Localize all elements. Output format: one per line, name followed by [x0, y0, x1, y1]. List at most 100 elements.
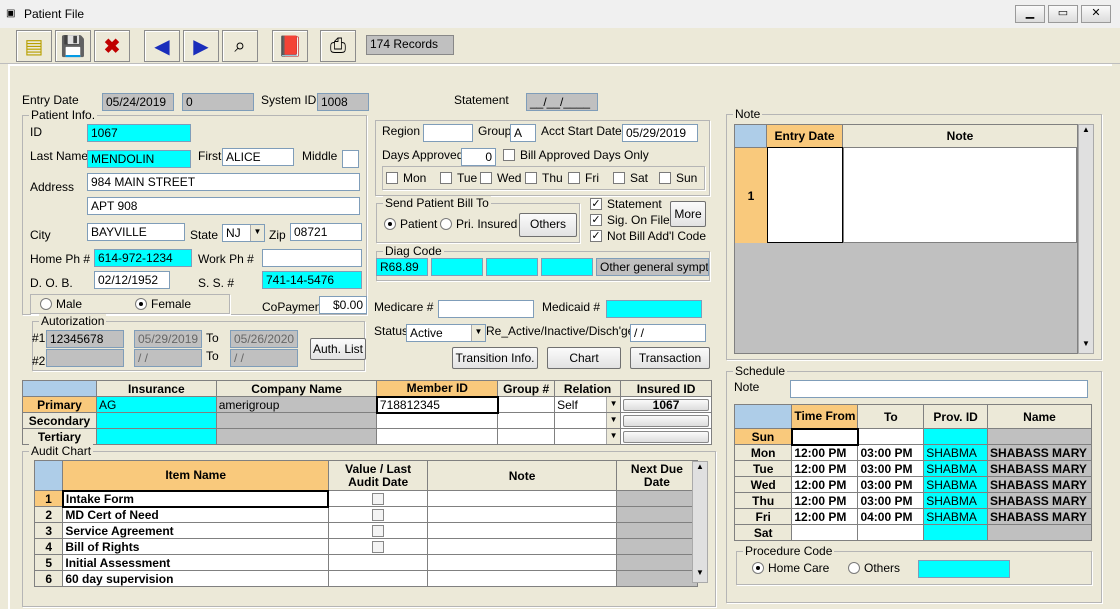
male-radio[interactable]	[40, 298, 52, 310]
auth1-number-field[interactable]: 12345678	[46, 330, 124, 348]
member-id-cell[interactable]: 718812345	[375, 395, 499, 414]
status-select[interactable]: Active ▼	[406, 324, 486, 342]
day-checkbox-thu[interactable]	[525, 172, 537, 184]
note-entry-date-cell[interactable]	[767, 147, 843, 243]
bill-insured-radio[interactable]	[440, 218, 452, 230]
save-icon[interactable]: 💾	[55, 30, 91, 62]
work-phone-field[interactable]	[262, 249, 362, 267]
audit-item-name[interactable]: Initial Assessment	[62, 554, 329, 571]
address-line2-field[interactable]: APT 908	[87, 197, 360, 215]
chart-button[interactable]: Chart	[547, 347, 621, 369]
audit-value-cell[interactable]	[327, 570, 429, 587]
member-id-cell[interactable]	[376, 412, 499, 429]
city-field[interactable]: BAYVILLE	[87, 223, 185, 241]
sig-on-file-checkbox[interactable]: ✓	[590, 214, 602, 226]
audit-note-cell[interactable]	[427, 554, 617, 571]
schedule-prov-cell[interactable]: SHABMA	[923, 444, 989, 461]
copay-field[interactable]: $0.00	[319, 296, 367, 314]
schedule-from-cell[interactable]: 12:00 PM	[791, 444, 859, 461]
day-checkbox-tue[interactable]	[440, 172, 452, 184]
schedule-to-cell[interactable]: 03:00 PM	[857, 492, 925, 509]
bill-approved-checkbox[interactable]	[503, 149, 515, 161]
schedule-prov-cell[interactable]: SHABMA	[923, 476, 989, 493]
audit-value-cell[interactable]	[327, 490, 429, 507]
diag-code-2[interactable]	[431, 258, 483, 276]
state-select[interactable]: NJ ▼	[222, 224, 265, 242]
day-checkbox-sat[interactable]	[613, 172, 625, 184]
audit-value-cell[interactable]	[327, 554, 429, 571]
delete-icon[interactable]: ✖	[94, 30, 130, 62]
group-number-cell[interactable]	[497, 396, 556, 413]
note-scrollbar[interactable]: ▲ ▼	[1078, 124, 1094, 354]
audit-value-cell[interactable]	[327, 506, 429, 523]
scroll-up-icon[interactable]: ▲	[1079, 125, 1093, 139]
medicare-field[interactable]	[438, 300, 534, 318]
insured-id-cell[interactable]	[620, 412, 712, 429]
audit-checkbox[interactable]	[372, 540, 385, 553]
schedule-prov-cell[interactable]: SHABMA	[923, 460, 989, 477]
region-field[interactable]	[423, 124, 473, 142]
next-arrow-icon[interactable]: ▶	[183, 30, 219, 62]
audit-note-cell[interactable]	[427, 538, 617, 555]
member-id-cell[interactable]	[376, 428, 499, 445]
book-icon[interactable]: 📕	[272, 30, 308, 62]
schedule-from-cell[interactable]: 12:00 PM	[791, 508, 859, 525]
insured-id-cell[interactable]: 1067	[620, 396, 712, 413]
insurance-code-cell[interactable]	[95, 428, 217, 445]
insured-id-button[interactable]	[623, 430, 709, 443]
audit-note-cell[interactable]	[427, 490, 617, 507]
schedule-prov-cell[interactable]: SHABMA	[923, 508, 989, 525]
dob-field[interactable]: 02/12/1952	[94, 271, 170, 289]
schedule-prov-cell[interactable]	[923, 524, 989, 541]
others-radio[interactable]	[848, 562, 860, 574]
audit-checkbox[interactable]	[372, 492, 385, 505]
chevron-down-icon[interactable]: ▼	[606, 397, 620, 412]
schedule-from-cell[interactable]: 12:00 PM	[791, 476, 859, 493]
audit-item-name[interactable]: Bill of Rights	[62, 538, 329, 555]
home-care-radio[interactable]	[752, 562, 764, 574]
schedule-prov-cell[interactable]	[923, 428, 989, 445]
insured-id-button[interactable]: 1067	[623, 398, 709, 411]
schedule-to-cell[interactable]: 03:00 PM	[857, 460, 925, 477]
schedule-to-cell[interactable]: 03:00 PM	[857, 444, 925, 461]
scroll-down-icon[interactable]: ▼	[1079, 339, 1093, 353]
scroll-up-icon[interactable]: ▲	[693, 462, 707, 476]
audit-scrollbar[interactable]: ▲ ▼	[692, 461, 708, 583]
day-checkbox-fri[interactable]	[568, 172, 580, 184]
not-bill-checkbox[interactable]: ✓	[590, 230, 602, 242]
schedule-to-cell[interactable]	[857, 524, 925, 541]
insured-id-button[interactable]	[623, 414, 709, 427]
audit-note-cell[interactable]	[427, 570, 617, 587]
schedule-prov-cell[interactable]: SHABMA	[923, 492, 989, 509]
schedule-to-cell[interactable]: 04:00 PM	[857, 508, 925, 525]
day-checkbox-mon[interactable]	[386, 172, 398, 184]
last-name-field[interactable]: MENDOLIN	[87, 150, 191, 168]
address-line1-field[interactable]: 984 MAIN STREET	[87, 173, 360, 191]
audit-item-name[interactable]: Intake Form	[61, 489, 330, 508]
group-field[interactable]: A	[510, 124, 536, 142]
close-window-button[interactable]: ✕	[1081, 5, 1111, 23]
transaction-button[interactable]: Transaction	[630, 347, 710, 369]
schedule-to-cell[interactable]	[857, 428, 925, 445]
diag-code-3[interactable]	[486, 258, 538, 276]
auth1-from-field[interactable]: 05/29/2019	[134, 330, 202, 348]
others-button[interactable]: Others	[519, 213, 577, 237]
auth2-from-field[interactable]: / /	[134, 349, 202, 367]
maximize-button[interactable]: ▭	[1048, 5, 1078, 23]
minimize-button[interactable]: ▁	[1015, 5, 1045, 23]
scroll-down-icon[interactable]: ▼	[693, 568, 707, 582]
audit-checkbox[interactable]	[372, 524, 385, 537]
bill-patient-radio[interactable]	[384, 218, 396, 230]
more-button[interactable]: More	[670, 201, 706, 227]
insurance-code-cell[interactable]: AG	[95, 396, 217, 413]
chevron-down-icon[interactable]: ▼	[471, 325, 485, 341]
schedule-from-cell[interactable]: 12:00 PM	[791, 492, 859, 509]
day-checkbox-wed[interactable]	[480, 172, 492, 184]
relation-cell[interactable]: Self ▼	[554, 396, 622, 413]
audit-checkbox[interactable]	[372, 508, 385, 521]
audit-value-cell[interactable]	[327, 538, 429, 555]
audit-item-name[interactable]: 60 day supervision	[62, 570, 329, 587]
previous-arrow-icon[interactable]: ◀	[144, 30, 180, 62]
female-radio[interactable]	[135, 298, 147, 310]
audit-note-cell[interactable]	[427, 506, 617, 523]
